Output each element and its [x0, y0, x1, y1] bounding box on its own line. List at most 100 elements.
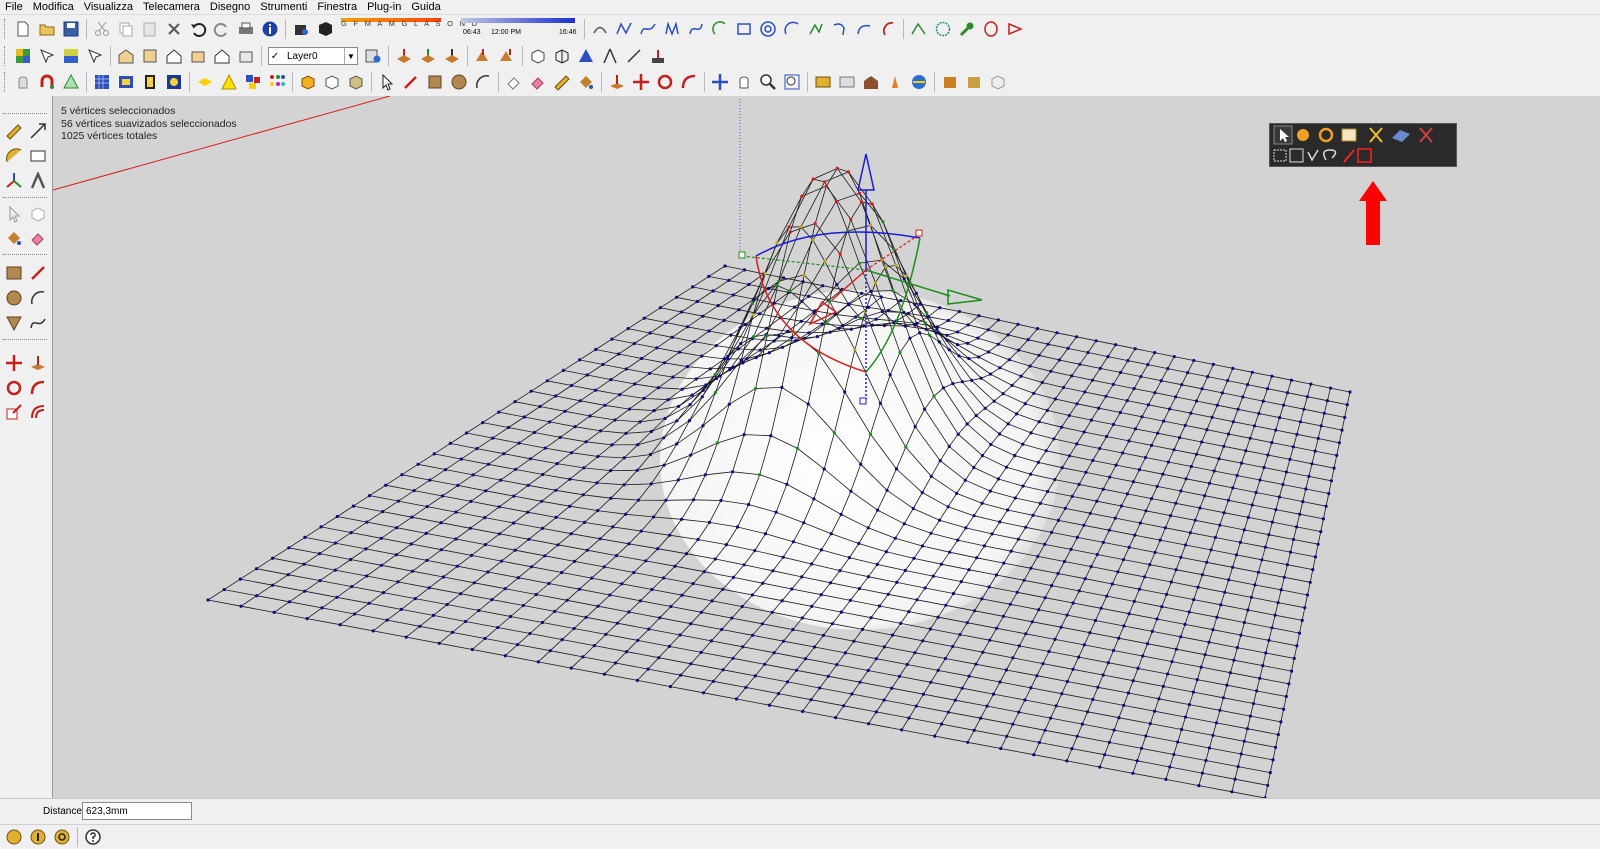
- open-folder-icon[interactable]: [36, 18, 58, 40]
- new-file-icon[interactable]: [12, 18, 34, 40]
- blue-axis-arrow-icon[interactable]: [857, 153, 875, 191]
- lasso-rect-icon[interactable]: [1289, 148, 1304, 163]
- curve-green-icon[interactable]: [805, 18, 827, 40]
- outer-shell-icon[interactable]: [345, 71, 367, 93]
- line-green-icon[interactable]: [908, 18, 930, 40]
- top-view-icon[interactable]: [139, 45, 161, 67]
- paint-bucket-icon[interactable]: [575, 71, 597, 93]
- xray-cube-icon[interactable]: [551, 45, 573, 67]
- geo-location-icon[interactable]: [3, 826, 25, 848]
- extension-warehouse-icon[interactable]: [939, 71, 961, 93]
- vertex-soft-select-icon[interactable]: [1369, 127, 1383, 143]
- share-component-icon[interactable]: [987, 71, 1009, 93]
- film-strip-icon[interactable]: [139, 71, 161, 93]
- menu-guida[interactable]: Guida: [406, 0, 445, 14]
- paint-palette-icon[interactable]: [60, 45, 82, 67]
- add-select-icon[interactable]: [1307, 149, 1319, 162]
- back-view-icon[interactable]: [211, 45, 233, 67]
- diamond-icon[interactable]: [194, 71, 216, 93]
- pencil-line-icon[interactable]: [27, 262, 49, 284]
- rectangle-tool-icon[interactable]: [3, 262, 25, 284]
- triangle-mesh-icon[interactable]: [60, 71, 82, 93]
- left-view-icon[interactable]: [235, 45, 257, 67]
- vertex-plane-icon[interactable]: [1392, 130, 1410, 142]
- scale-icon[interactable]: [3, 401, 25, 423]
- polygon-circle-icon[interactable]: [932, 18, 954, 40]
- shadow-time-slider[interactable]: [461, 18, 575, 23]
- circle-tool-icon[interactable]: [3, 287, 25, 309]
- wrench-icon[interactable]: [956, 18, 978, 40]
- right-view-icon[interactable]: [187, 45, 209, 67]
- menu-telecamera[interactable]: Telecamera: [138, 0, 205, 14]
- materials-icon[interactable]: [12, 45, 34, 67]
- help-icon[interactable]: [82, 826, 104, 848]
- move-icon[interactable]: [3, 352, 25, 374]
- push-pull-icon[interactable]: [27, 352, 49, 374]
- red-edit-icon[interactable]: [1357, 148, 1372, 163]
- stamp-icon[interactable]: [472, 45, 494, 67]
- move-icon[interactable]: [630, 71, 652, 93]
- tape-measure-icon[interactable]: [551, 71, 573, 93]
- arc-tool-icon[interactable]: [27, 287, 49, 309]
- compass-tool-icon[interactable]: [599, 45, 621, 67]
- color-dots-icon[interactable]: [266, 71, 288, 93]
- section-cube-icon[interactable]: [527, 45, 549, 67]
- menu-plugin[interactable]: Plug-in: [362, 0, 406, 14]
- display-shadows-icon[interactable]: [314, 18, 336, 40]
- paste-icon[interactable]: [139, 18, 161, 40]
- hand-icon[interactable]: [12, 71, 34, 93]
- rectangle-outline-icon[interactable]: [733, 18, 755, 40]
- component-outline-icon[interactable]: [27, 203, 49, 225]
- arc-blue-icon[interactable]: [781, 18, 803, 40]
- bezier-icon[interactable]: [685, 18, 707, 40]
- hook-curve-icon[interactable]: [829, 18, 851, 40]
- save-icon[interactable]: [60, 18, 82, 40]
- rectangle-tool-icon[interactable]: [424, 71, 446, 93]
- toolbar-grip[interactable]: [3, 113, 47, 116]
- copyright-icon[interactable]: [51, 826, 73, 848]
- arc-tool-icon[interactable]: [589, 18, 611, 40]
- model-info-icon[interactable]: [259, 18, 281, 40]
- redo-icon[interactable]: [211, 18, 233, 40]
- toolbar-grip[interactable]: [3, 197, 47, 200]
- vertex-rotate-icon[interactable]: [1318, 127, 1334, 143]
- google-earth-icon[interactable]: [908, 71, 930, 93]
- undo-icon[interactable]: [187, 18, 209, 40]
- rotate-icon[interactable]: [654, 71, 676, 93]
- terrain-mesh[interactable]: [206, 166, 1352, 798]
- pen-tool-icon[interactable]: [623, 45, 645, 67]
- axes-tool-icon[interactable]: [3, 170, 25, 192]
- share-model-icon[interactable]: [963, 71, 985, 93]
- follow-me-icon[interactable]: [678, 71, 700, 93]
- zoom-icon[interactable]: [757, 71, 779, 93]
- green-handle[interactable]: [738, 251, 746, 259]
- push-pull-icon[interactable]: [606, 71, 628, 93]
- orbit-icon[interactable]: [709, 71, 731, 93]
- cut-icon[interactable]: [91, 18, 113, 40]
- add-location-icon[interactable]: [812, 71, 834, 93]
- pan-hand-icon[interactable]: [733, 71, 755, 93]
- grid-view-icon[interactable]: [91, 71, 113, 93]
- polygon-tool-icon[interactable]: [3, 312, 25, 334]
- menu-modifica[interactable]: Modifica: [28, 0, 79, 14]
- layer-manager-icon[interactable]: [362, 45, 384, 67]
- colored-blocks-icon[interactable]: [242, 71, 264, 93]
- zoom-extents-icon[interactable]: [781, 71, 803, 93]
- toggle-terrain-icon[interactable]: [836, 71, 858, 93]
- sandbox-from-contours-icon[interactable]: [393, 45, 415, 67]
- warning-triangle-icon[interactable]: [218, 71, 240, 93]
- component-cube-icon[interactable]: [321, 71, 343, 93]
- tape-measure-icon[interactable]: [3, 120, 25, 142]
- shadow-settings-icon[interactable]: [290, 18, 312, 40]
- pencil-line-icon[interactable]: [400, 71, 422, 93]
- ellipse-icon[interactable]: [980, 18, 1002, 40]
- arc-green-icon[interactable]: [709, 18, 731, 40]
- select-move-icon[interactable]: [84, 45, 106, 67]
- vertex-scale-icon[interactable]: [1341, 128, 1357, 142]
- front-view-icon[interactable]: [163, 45, 185, 67]
- lasso-icon[interactable]: [1323, 149, 1337, 161]
- make-component-icon[interactable]: [297, 71, 319, 93]
- layer-select[interactable]: ✓ Layer0 ▼: [268, 47, 358, 65]
- photo-texture-icon[interactable]: [884, 71, 906, 93]
- toolbar-grip[interactable]: [3, 339, 47, 342]
